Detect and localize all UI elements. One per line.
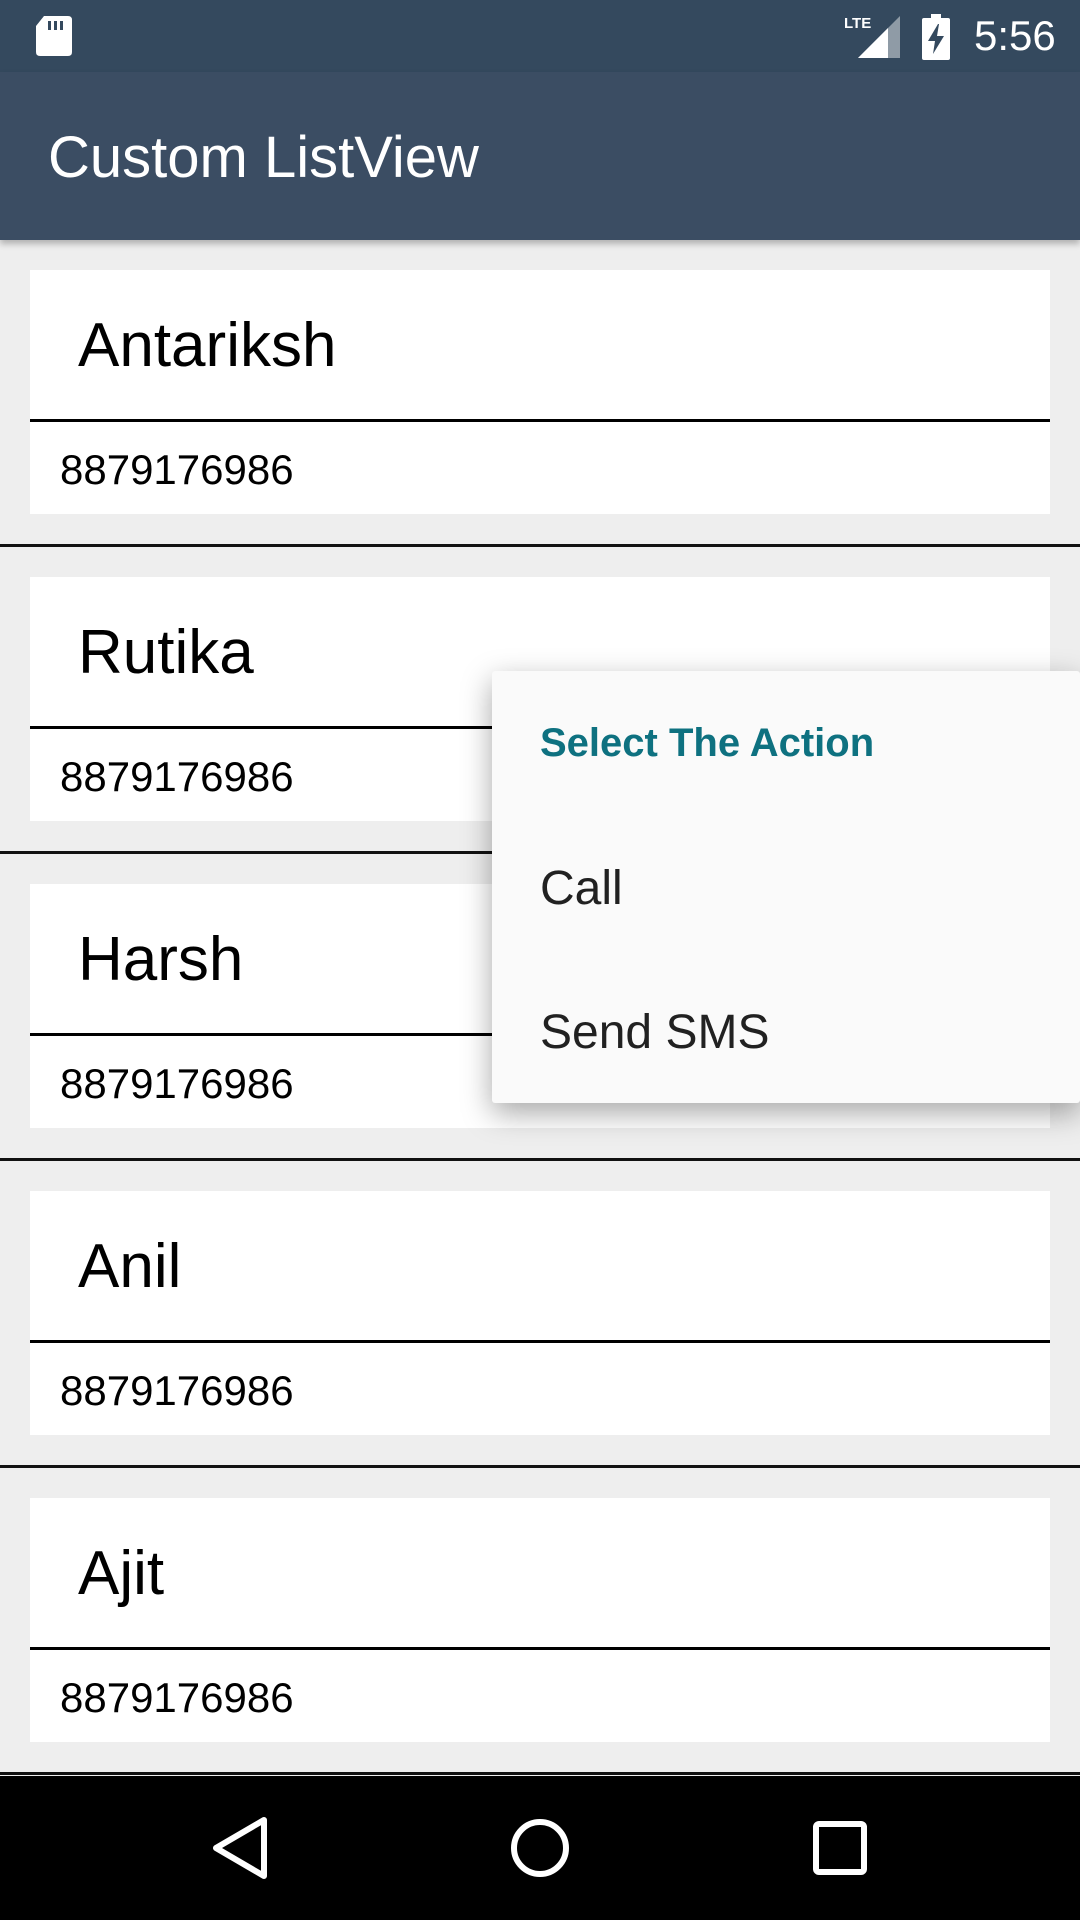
- menu-item-label: Call: [540, 862, 623, 915]
- contact-name: Anil: [78, 1232, 182, 1301]
- context-menu-title: Select The Action: [540, 721, 875, 765]
- card-divider: [30, 419, 1050, 422]
- contact-phone: 8879176986: [60, 446, 294, 493]
- contact-card[interactable]: Ajit 8879176986: [30, 1498, 1050, 1742]
- network-label: LTE: [844, 15, 871, 32]
- home-icon[interactable]: [504, 1812, 576, 1884]
- status-clock: 5:56: [974, 12, 1056, 59]
- app-title: Custom ListView: [48, 125, 479, 190]
- contact-phone: 8879176986: [60, 1674, 294, 1721]
- menu-item-label: Send SMS: [540, 1006, 770, 1059]
- list-item[interactable]: Ajit 8879176986: [0, 1468, 1080, 1775]
- recents-icon[interactable]: [804, 1812, 876, 1884]
- contact-name: Rutika: [78, 618, 254, 687]
- list-item[interactable]: Anil 8879176986: [0, 1161, 1080, 1468]
- contact-phone: 8879176986: [60, 1367, 294, 1414]
- contact-phone: 8879176986: [60, 1060, 294, 1107]
- menu-item-send-sms[interactable]: Send SMS: [492, 959, 1080, 1103]
- list-item[interactable]: Antariksh 8879176986: [0, 240, 1080, 547]
- status-bar: LTE 5:56: [0, 0, 1080, 72]
- card-divider: [30, 1647, 1050, 1650]
- sd-card-icon: [36, 16, 72, 56]
- row-divider: [0, 1772, 1080, 1775]
- menu-item-call[interactable]: Call: [492, 815, 1080, 959]
- lte-signal-icon: LTE: [844, 15, 900, 58]
- contact-phone: 8879176986: [60, 753, 294, 800]
- contact-name: Harsh: [78, 925, 244, 994]
- contact-card[interactable]: Antariksh 8879176986: [30, 270, 1050, 514]
- contact-card[interactable]: Anil 8879176986: [30, 1191, 1050, 1435]
- navigation-bar: [0, 1776, 1080, 1920]
- app-bar: Custom ListView: [0, 72, 1080, 240]
- contact-name: Antariksh: [78, 311, 337, 380]
- back-icon[interactable]: [204, 1812, 276, 1884]
- card-divider: [30, 1340, 1050, 1343]
- battery-charging-icon: [922, 14, 950, 60]
- contact-name: Ajit: [78, 1539, 165, 1608]
- context-menu: Select The Action Call Send SMS: [492, 671, 1080, 1103]
